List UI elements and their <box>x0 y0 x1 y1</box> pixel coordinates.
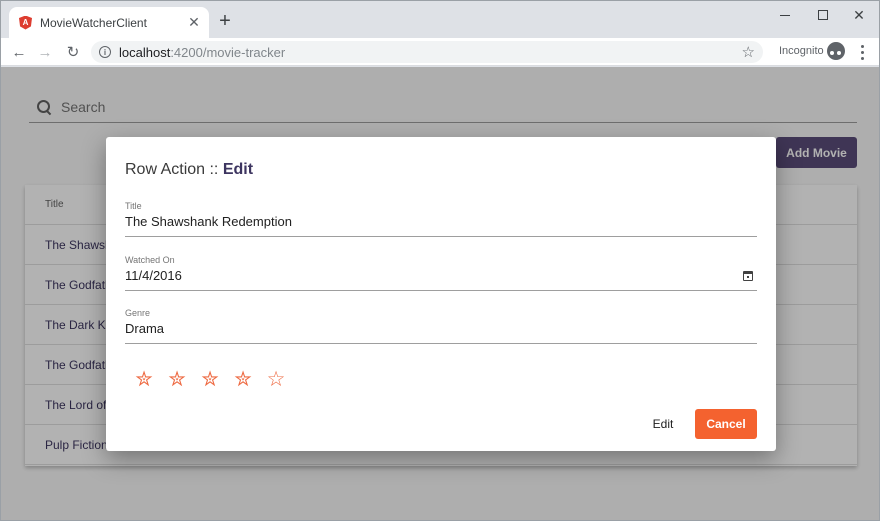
page-viewport: Search Add Movie Title The Shawsh lete T… <box>1 67 879 520</box>
reload-button[interactable]: ↻ <box>63 42 83 62</box>
arrow-right-icon: → <box>37 43 53 61</box>
new-tab-button[interactable]: + <box>215 11 235 31</box>
title-input[interactable]: The Shawshank Redemption <box>125 214 292 229</box>
incognito-icon[interactable] <box>827 42 845 60</box>
maximize-icon <box>818 10 828 20</box>
info-icon[interactable]: i <box>99 46 111 58</box>
title-field[interactable]: Title The Shawshank Redemption <box>125 201 757 237</box>
close-icon: ✕ <box>853 6 865 23</box>
cancel-button[interactable]: Cancel <box>695 409 757 439</box>
dialog-title: Row Action :: Edit <box>125 161 253 179</box>
tab-title: MovieWatcherClient <box>40 15 147 30</box>
calendar-icon[interactable] <box>743 271 753 281</box>
angular-favicon-icon: A <box>19 15 32 30</box>
star-filled-icon[interactable]: ✮ <box>133 369 155 391</box>
browser-tab[interactable]: A MovieWatcherClient ✕ <box>9 7 209 38</box>
star-rating: ✮ ✮ ✮ ✮ ☆ <box>133 369 287 391</box>
tab-close-icon[interactable]: ✕ <box>185 14 203 32</box>
browser-window: A MovieWatcherClient ✕ + ✕ ← → ↻ i local… <box>0 0 880 521</box>
minimize-icon <box>780 14 790 16</box>
genre-field[interactable]: Genre Drama <box>125 308 757 344</box>
arrow-left-icon: ← <box>11 43 27 61</box>
title-field-label: Title <box>125 201 142 211</box>
browser-toolbar: ← → ↻ i localhost:4200/movie-tracker ☆ I… <box>1 38 879 66</box>
star-filled-icon[interactable]: ✮ <box>166 369 188 391</box>
edit-button[interactable]: Edit <box>641 409 685 439</box>
dialog-title-prefix: Row Action :: <box>125 161 223 178</box>
dialog-title-action: Edit <box>222 161 254 178</box>
watched-on-label: Watched On <box>125 255 175 265</box>
incognito-label: Incognito <box>779 45 824 57</box>
bookmark-star-icon[interactable]: ☆ <box>742 43 755 61</box>
watched-on-input[interactable]: 11/4/2016 <box>125 268 182 283</box>
edit-movie-dialog: Row Action :: Edit Title The Shawshank R… <box>106 137 776 451</box>
genre-label: Genre <box>125 308 151 318</box>
genre-input[interactable]: Drama <box>125 321 164 336</box>
address-bar[interactable]: i localhost:4200/movie-tracker ☆ <box>91 41 763 63</box>
close-window-button[interactable]: ✕ <box>836 1 879 29</box>
url-host: localhost <box>119 44 171 60</box>
browser-menu-icon[interactable] <box>854 42 870 62</box>
star-filled-icon[interactable]: ✮ <box>232 369 254 391</box>
star-empty-icon[interactable]: ☆ <box>265 369 287 391</box>
forward-button[interactable]: → <box>35 42 55 62</box>
url-path: :4200/movie-tracker <box>170 44 286 60</box>
watched-on-field[interactable]: Watched On 11/4/2016 <box>125 255 757 291</box>
back-button[interactable]: ← <box>9 42 29 62</box>
reload-icon: ↻ <box>66 44 80 61</box>
title-bar: A MovieWatcherClient ✕ + ✕ <box>1 1 879 38</box>
star-filled-icon[interactable]: ✮ <box>199 369 221 391</box>
